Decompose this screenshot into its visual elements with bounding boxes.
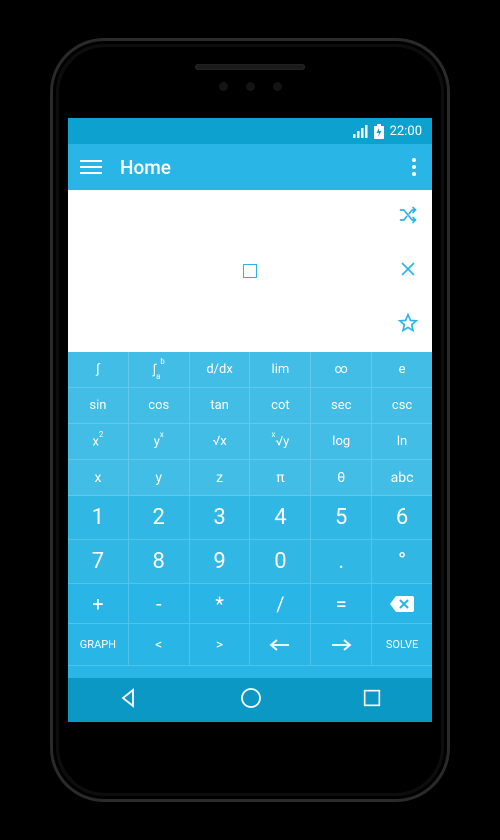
key-graph[interactable]: GRAPH [68,624,129,666]
key-tan[interactable]: tan [190,388,251,424]
cursor-box-icon [243,264,257,278]
key-backspace[interactable] [372,584,432,624]
key-sin[interactable]: sin [68,388,129,424]
row-digits-2: 7 8 9 0 . ° [68,540,432,584]
row-powers: x2 yx √x x√y log ln [68,424,432,460]
key-6[interactable]: 6 [372,496,432,540]
android-nav-bar [68,678,432,722]
key-infinity[interactable]: ∞ [311,352,372,388]
app-bar: Home [68,144,432,190]
status-time: 22:00 [390,124,422,139]
phone-sensors [50,82,450,94]
key-pi[interactable]: π [250,460,311,496]
key-derivative[interactable]: d/dx [190,352,251,388]
key-power[interactable]: yx [129,424,190,460]
key-3[interactable]: 3 [190,496,251,540]
battery-icon [374,124,384,139]
key-plus[interactable]: + [68,584,129,624]
key-csc[interactable]: csc [372,388,432,424]
key-z[interactable]: z [190,460,251,496]
star-icon[interactable] [398,313,418,337]
key-e[interactable]: e [372,352,432,388]
key-multiply[interactable]: * [190,584,251,624]
key-4[interactable]: 4 [250,496,311,540]
row-trig: sin cos tan cot sec csc [68,388,432,424]
expression-canvas[interactable] [68,190,432,352]
key-5[interactable]: 5 [311,496,372,540]
row-digits-1: 1 2 3 4 5 6 [68,496,432,540]
canvas-actions [392,190,424,352]
key-log[interactable]: log [311,424,372,460]
key-solve[interactable]: SOLVE [372,624,432,666]
phone-frame: 22:00 Home [50,38,450,802]
key-degree[interactable]: ° [372,540,432,584]
signal-icon [353,125,368,138]
row-operators: + - * / = [68,584,432,624]
key-ln[interactable]: ln [372,424,432,460]
key-7[interactable]: 7 [68,540,129,584]
key-less-than[interactable]: < [129,624,190,666]
key-cursor-right[interactable] [311,624,372,666]
key-0[interactable]: 0 [250,540,311,584]
key-cursor-left[interactable] [250,624,311,666]
key-greater-than[interactable]: > [190,624,251,666]
key-definite-integral[interactable]: ∫ab [129,352,190,388]
key-abc[interactable]: abc [372,460,432,496]
row-bottom: GRAPH < > SOLVE [68,624,432,666]
nav-home-icon[interactable] [239,686,263,714]
key-decimal[interactable]: . [311,540,372,584]
key-1[interactable]: 1 [68,496,129,540]
key-integral[interactable]: ∫ [68,352,129,388]
key-8[interactable]: 8 [129,540,190,584]
key-y[interactable]: y [129,460,190,496]
page-title: Home [120,156,408,179]
key-cot[interactable]: cot [250,388,311,424]
close-icon[interactable] [399,260,417,282]
key-square[interactable]: x2 [68,424,129,460]
key-theta[interactable]: θ [311,460,372,496]
row-vars: x y z π θ abc [68,460,432,496]
status-bar: 22:00 [68,118,432,144]
keypad: ∫ ∫ab d/dx lim ∞ e sin cos tan cot sec c… [68,352,432,666]
key-2[interactable]: 2 [129,496,190,540]
hamburger-icon[interactable] [80,156,102,178]
key-x[interactable]: x [68,460,129,496]
key-cos[interactable]: cos [129,388,190,424]
row-calculus: ∫ ∫ab d/dx lim ∞ e [68,352,432,388]
nav-recent-icon[interactable] [361,687,383,713]
key-sqrt[interactable]: √x [190,424,251,460]
shuffle-icon[interactable] [398,205,418,229]
key-limit[interactable]: lim [250,352,311,388]
phone-speaker [195,64,305,70]
nav-back-icon[interactable] [117,686,141,714]
screen: 22:00 Home [68,118,432,722]
key-sec[interactable]: sec [311,388,372,424]
key-minus[interactable]: - [129,584,190,624]
overflow-menu-icon[interactable] [408,154,420,180]
key-equals[interactable]: = [311,584,372,624]
key-divide[interactable]: / [250,584,311,624]
key-9[interactable]: 9 [190,540,251,584]
key-nth-root[interactable]: x√y [250,424,311,460]
